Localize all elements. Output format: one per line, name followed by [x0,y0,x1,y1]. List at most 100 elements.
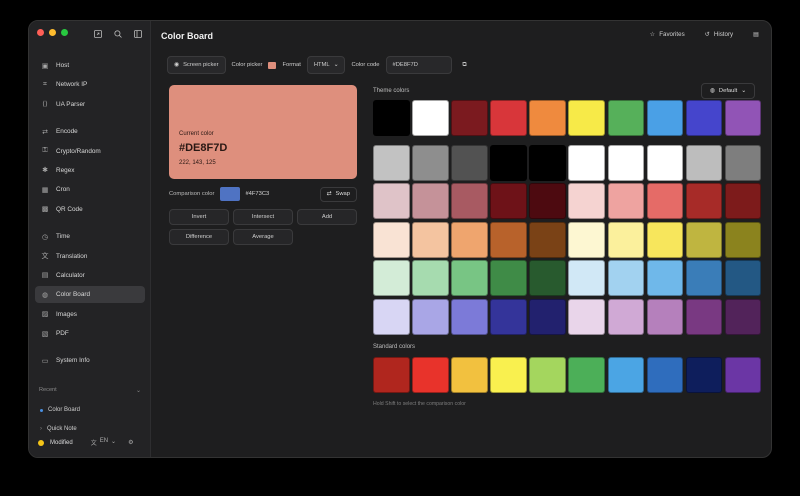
theme-color-swatch[interactable] [490,260,527,297]
theme-color-swatch[interactable] [451,100,488,136]
theme-color-swatch[interactable] [724,298,762,335]
sidebar-item-crypto-random[interactable]: ⚿ Crypto/Random [35,143,145,160]
theme-color-swatch[interactable] [412,221,449,258]
theme-color-swatch[interactable] [724,100,762,136]
theme-color-swatch[interactable] [568,298,605,335]
theme-color-swatch[interactable] [685,183,723,220]
standard-color-swatch[interactable] [568,357,605,393]
theme-color-swatch[interactable] [529,260,566,297]
theme-color-swatch[interactable] [646,221,684,258]
sidebar-item-encode[interactable]: ⇄ Encode [35,123,145,140]
sidebar-item-cron[interactable]: ▦ Cron [35,181,145,198]
favorites-button[interactable]: ☆ Favorites [650,31,685,38]
color-picker-swatch[interactable] [268,61,277,69]
theme-color-swatch[interactable] [607,298,645,335]
theme-color-swatch[interactable] [412,144,449,181]
theme-color-swatch[interactable] [451,298,488,335]
standard-color-swatch[interactable] [490,357,527,393]
theme-color-swatch[interactable] [724,183,762,220]
theme-color-swatch[interactable] [529,100,566,136]
theme-color-swatch[interactable] [373,221,410,258]
recent-item-quick-note[interactable]: › Quick Note [35,423,145,435]
theme-color-swatch[interactable] [724,221,762,258]
sidebar-item-time[interactable]: ◷ Time [35,228,145,245]
theme-color-swatch[interactable] [412,183,449,220]
gear-icon[interactable]: ⚙ [128,439,133,446]
theme-color-swatch[interactable] [490,221,527,258]
theme-color-swatch[interactable] [646,260,684,297]
theme-sun-icon[interactable] [38,439,44,446]
theme-color-swatch[interactable] [607,100,645,136]
theme-color-swatch[interactable] [412,298,449,335]
theme-color-swatch[interactable] [490,298,527,335]
theme-color-swatch[interactable] [646,100,684,136]
sidebar-item-translation[interactable]: 文 Translation [35,248,145,265]
theme-color-swatch[interactable] [490,100,527,136]
theme-color-swatch[interactable] [568,100,605,136]
maximize-window-button[interactable] [61,29,68,36]
average-button[interactable]: Average [233,229,293,245]
theme-color-swatch[interactable] [607,183,645,220]
theme-color-swatch[interactable] [490,144,527,181]
history-button[interactable]: ↺ History [705,31,733,38]
theme-color-swatch[interactable] [529,144,566,181]
sidebar-item-network-ip[interactable]: ⌗ Network IP [35,76,145,93]
language-selector[interactable]: 文 EN ⌄ [91,438,116,447]
sidebar-item-system-info[interactable]: ▭ System Info [35,352,145,369]
current-color-preview[interactable]: Current color #DE8F7D 222, 143, 125 [169,85,357,179]
theme-color-swatch[interactable] [685,298,723,335]
swap-button[interactable]: ⇄ Swap [319,186,357,202]
standard-color-swatch[interactable] [451,357,488,393]
theme-color-swatch[interactable] [412,260,449,297]
intersect-button[interactable]: Intersect [233,209,293,225]
recent-item-color-board[interactable]: Color Board [35,404,145,416]
sidebar-item-calculator[interactable]: ▤ Calculator [35,267,145,284]
recent-header[interactable]: Recent ⌄ [35,387,145,394]
theme-color-swatch[interactable] [685,221,723,258]
layout-icon[interactable]: ▤ [753,31,759,38]
comparison-swatch[interactable] [220,187,241,201]
theme-color-swatch[interactable] [373,144,410,181]
theme-color-swatch[interactable] [529,221,566,258]
standard-color-swatch[interactable] [373,357,410,393]
theme-label[interactable]: Modified [50,440,73,446]
theme-color-swatch[interactable] [373,260,410,297]
theme-color-swatch[interactable] [724,144,762,181]
default-theme-button[interactable]: ◍ Default ⌄ [701,83,755,99]
sidebar-toggle-icon[interactable] [133,29,143,39]
minimize-window-button[interactable] [49,29,56,36]
theme-color-swatch[interactable] [568,144,605,181]
close-window-button[interactable] [37,29,44,36]
theme-color-swatch[interactable] [646,298,684,335]
theme-color-swatch[interactable] [568,221,605,258]
standard-color-swatch[interactable] [412,357,449,393]
theme-color-swatch[interactable] [529,298,566,335]
chevron-down-icon[interactable]: ⌄ [136,387,141,394]
search-icon[interactable] [113,29,123,39]
difference-button[interactable]: Difference [169,229,229,245]
theme-color-swatch[interactable] [529,183,566,220]
sidebar-item-regex[interactable]: ✱ Regex [35,162,145,179]
sidebar-item-images[interactable]: ▨ Images [35,306,145,323]
theme-color-swatch[interactable] [451,144,488,181]
theme-color-swatch[interactable] [646,144,684,181]
sidebar-item-qr-code[interactable]: ▩ QR Code [35,201,145,218]
standard-color-swatch[interactable] [529,357,566,393]
theme-color-swatch[interactable] [568,183,605,220]
sidebar-item-ua-parser[interactable]: ⟨⟩ UA Parser [35,96,145,113]
new-window-icon[interactable] [93,29,103,39]
standard-color-swatch[interactable] [607,357,645,393]
theme-color-swatch[interactable] [724,260,762,297]
theme-color-swatch[interactable] [451,221,488,258]
color-code-input[interactable]: #DE8F7D [385,56,452,74]
standard-color-swatch[interactable] [685,357,723,393]
format-select[interactable]: HTML ⌄ [306,56,346,74]
theme-color-swatch[interactable] [373,298,410,335]
standard-color-swatch[interactable] [646,357,684,393]
theme-color-swatch[interactable] [685,260,723,297]
theme-color-swatch[interactable] [607,260,645,297]
theme-color-swatch[interactable] [607,144,645,181]
standard-color-swatch[interactable] [724,357,762,393]
sidebar-item-pdf[interactable]: ▧ PDF [35,325,145,342]
theme-color-swatch[interactable] [373,183,410,220]
